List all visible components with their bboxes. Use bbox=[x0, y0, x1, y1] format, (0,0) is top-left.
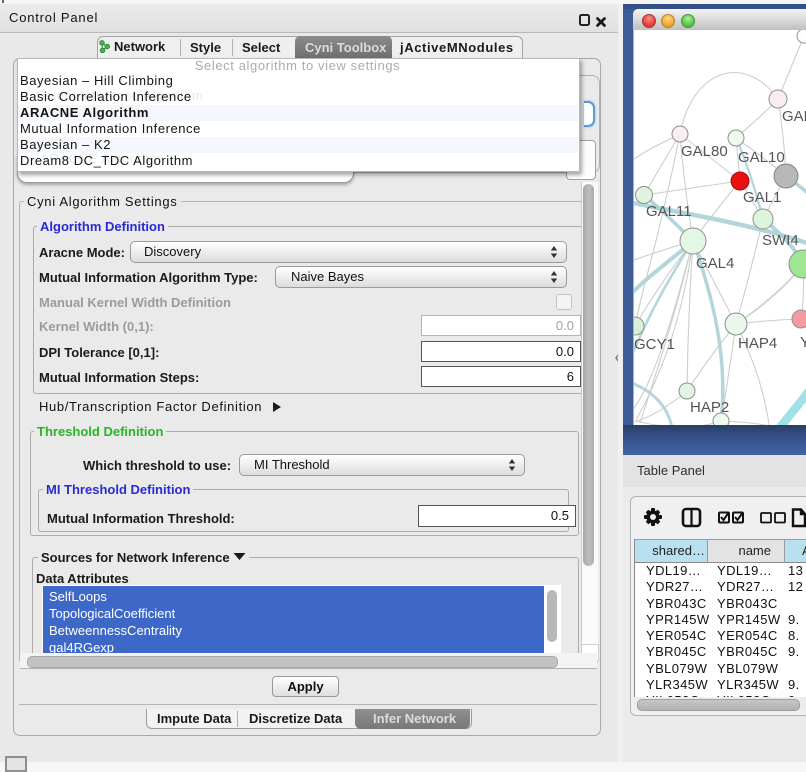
svg-text:GAL10: GAL10 bbox=[738, 149, 785, 166]
svg-text:GAL80: GAL80 bbox=[681, 143, 728, 160]
svg-text:GCY1: GCY1 bbox=[634, 336, 675, 353]
svg-text:GAL7: GAL7 bbox=[782, 108, 806, 125]
svg-text:Y: Y bbox=[800, 334, 806, 351]
svg-text:GAL1: GAL1 bbox=[743, 189, 781, 206]
svg-text:SWI4: SWI4 bbox=[762, 232, 799, 249]
svg-text:HAP4: HAP4 bbox=[738, 335, 777, 352]
svg-text:GAL11: GAL11 bbox=[646, 203, 692, 220]
svg-text:GAL4: GAL4 bbox=[696, 255, 734, 272]
svg-text:HAP2: HAP2 bbox=[690, 399, 729, 416]
